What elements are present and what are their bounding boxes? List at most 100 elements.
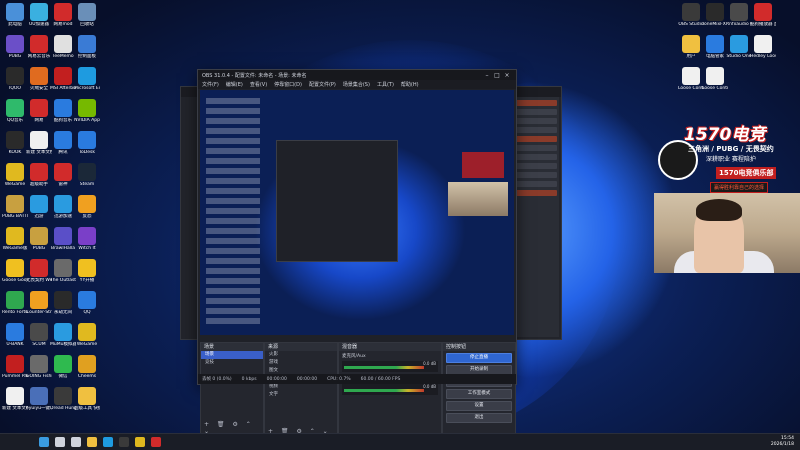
desktop-icon[interactable]: 回收站 xyxy=(74,3,100,27)
windows-start-icon[interactable] xyxy=(39,437,49,447)
scenes-dock[interactable]: 场景 场景 竞技 + 🗑 ⚙ ⌃ ⌄ xyxy=(200,342,264,433)
desktop-icon[interactable]: 控制面板 xyxy=(74,35,100,59)
desktop-icon[interactable]: WeGame xyxy=(74,323,100,347)
desktop-icon[interactable]: 新建 文本文档 xyxy=(2,387,28,411)
desktop-icon[interactable]: Steam xyxy=(74,163,100,187)
search-icon[interactable] xyxy=(55,437,65,447)
desktop-icon[interactable]: The Outlast Trials xyxy=(50,259,76,283)
obs-menu-item[interactable]: 帮助(H) xyxy=(401,81,419,88)
task-view-icon[interactable] xyxy=(71,437,81,447)
desktop-icon[interactable]: eyuiyu一键 魔方式 xyxy=(26,387,52,411)
maximize-icon[interactable]: □ xyxy=(492,72,502,79)
desktop-icon[interactable]: 超级工具 快捷方式 xyxy=(74,387,100,411)
desktop-icon[interactable]: Studio One xyxy=(726,35,752,59)
obs-menu-item[interactable]: 查看(V) xyxy=(250,81,267,88)
obs-window[interactable]: OBS 31.0.4 - 配置文件: 未命名 - 场景: 未命名 – □ × 文… xyxy=(197,69,517,433)
desktop-icon[interactable]: 火绒安全 xyxy=(26,67,52,91)
desktop-icon[interactable]: MuMu模拟器 xyxy=(50,323,76,347)
obs-menu-item[interactable]: 场景集合(S) xyxy=(343,81,370,88)
edge-icon[interactable] xyxy=(103,437,113,447)
desktop-icon[interactable]: 雷神 xyxy=(50,163,76,187)
desktop-icon[interactable]: PUBG xyxy=(2,35,28,59)
obs-menu-item[interactable]: 工具(T) xyxy=(377,81,394,88)
desktop-icon[interactable]: MSI Afterburner xyxy=(50,67,76,91)
desktop-icon[interactable]: Loose Control-R... xyxy=(702,67,728,91)
desktop-icon[interactable]: ToDesk xyxy=(74,131,100,155)
close-icon[interactable]: × xyxy=(502,72,512,79)
desktop-icon[interactable]: KOOK xyxy=(2,131,28,155)
desktop-icon[interactable]: YY开播 xyxy=(74,259,100,283)
desktop-icon[interactable]: 此电脑 xyxy=(2,3,28,27)
mixer-dock[interactable]: 混音器 麦克风/Aux0.0 dB桌面音频0.0 dB xyxy=(338,342,442,433)
desktop-icon[interactable]: IQOO xyxy=(2,67,28,91)
desktop-icon[interactable]: 网易mod xyxy=(50,3,76,27)
desktop-icon[interactable]: PUBG xyxy=(26,227,52,251)
obs-menu-item[interactable]: 编辑(E) xyxy=(226,81,243,88)
desktop-icon[interactable]: Hedley Loose Control xyxy=(750,35,776,59)
desktop-icon[interactable]: 新建 文本文档 xyxy=(26,131,52,155)
control-button[interactable]: 工作室模式 xyxy=(446,389,512,399)
scene-item[interactable]: 场景 xyxy=(201,351,263,359)
desktop-icon[interactable]: 网易云音乐 xyxy=(26,35,52,59)
obs-titlebar[interactable]: OBS 31.0.4 - 配置文件: 未命名 - 场景: 未命名 – □ × xyxy=(198,70,516,80)
desktop-icon[interactable]: 腾讯 xyxy=(50,131,76,155)
desktop-icon[interactable]: 电脑管家 xyxy=(702,35,728,59)
desktop-icon[interactable]: SCUM xyxy=(26,323,52,347)
desktop-icon[interactable]: QQ音乐 xyxy=(2,99,28,123)
live-chat-panel[interactable] xyxy=(511,97,559,337)
desktop-icon[interactable]: PUBG BATTLEGR... xyxy=(2,195,28,219)
desktop-icon[interactable]: 微信 xyxy=(50,355,76,379)
desktop-icon[interactable]: 反恐 xyxy=(74,195,100,219)
desktop-icon[interactable]: Rento Fortune xyxy=(2,291,28,315)
desktop-icon[interactable]: 酷狗播放器 直播 xyxy=(750,3,776,27)
obs-icon[interactable] xyxy=(119,437,129,447)
desktop-icon[interactable]: 网易 xyxy=(26,99,52,123)
desktop-icon[interactable]: UU加速器 xyxy=(26,3,52,27)
scene-tools[interactable]: + 🗑 ⚙ ⌃ ⌄ xyxy=(204,421,263,433)
desktop-icon[interactable]: OBS Studio xyxy=(678,3,704,27)
desktop-icon[interactable]: NVIDIA App xyxy=(74,99,100,123)
minimize-icon[interactable]: – xyxy=(482,72,492,79)
obs-menu-item[interactable]: 停靠窗口(D) xyxy=(274,81,302,88)
desktop-icon[interactable]: 用户 xyxy=(678,35,704,59)
desktop-icon[interactable]: Loose Control插件 xyxy=(678,67,704,91)
control-button[interactable]: 设置 xyxy=(446,401,512,411)
chrome-icon[interactable] xyxy=(135,437,145,447)
app-icon[interactable] xyxy=(151,437,161,447)
desktop-icon[interactable]: Counter-Strike 2 xyxy=(26,291,52,315)
desktop-icon[interactable]: 永劫无间 xyxy=(50,291,76,315)
desktop-icon[interactable]: WeGame版 xyxy=(2,227,28,251)
obs-menu-item[interactable]: 文件(F) xyxy=(202,81,219,88)
desktop-icon[interactable]: WeGame xyxy=(2,163,28,187)
desktop-icon[interactable]: Pummel Party xyxy=(2,355,28,379)
desktop-icon[interactable]: Goose Goose Duck xyxy=(2,259,28,283)
desktop-icon[interactable]: 超级助手 xyxy=(26,163,52,187)
desktop-icon[interactable]: TeeMemo xyxy=(50,35,76,59)
desktop-icon[interactable]: Microsoft Edge xyxy=(74,67,100,91)
desktop-icon[interactable]: 酷狗音乐 xyxy=(50,99,76,123)
mixer-channel[interactable]: 0.0 dB xyxy=(342,361,438,372)
obs-preview[interactable] xyxy=(200,90,514,335)
desktop-icon[interactable]: Cheems xyxy=(74,355,100,379)
desktop-icon[interactable]: 迅游 xyxy=(26,195,52,219)
desktop-icon[interactable]: U-BANK xyxy=(2,323,28,347)
desktop-icon[interactable]: 迅游加速 xyxy=(50,195,76,219)
desktop-icon[interactable]: Rnfxaudio 一键播放 xyxy=(726,3,752,27)
system-clock[interactable]: 15:54 2026/1/18 xyxy=(771,436,794,448)
desktop-icon[interactable]: BrawlHalla xyxy=(50,227,76,251)
source-item[interactable]: 游戏 xyxy=(265,359,337,367)
mixer-channel[interactable]: 0.0 dB xyxy=(342,384,438,395)
desktop-icon[interactable]: 无畏契约 WeGame版 xyxy=(26,259,52,283)
control-button[interactable]: 退出 xyxy=(446,413,512,423)
controls-dock[interactable]: 控制按钮 停止直播开始录制启动虚拟摄像机工作室模式设置退出 xyxy=(442,342,516,433)
source-item[interactable]: 火影 xyxy=(265,351,337,359)
source-item[interactable]: 文字 xyxy=(265,391,337,399)
control-button[interactable]: 停止直播 xyxy=(446,353,512,363)
sources-dock[interactable]: 来源 火影游戏图文摄像头视频文字 + 🗑 ⚙ ⌃ ⌄ xyxy=(264,342,338,433)
obs-menu-item[interactable]: 配置文件(P) xyxy=(309,81,336,88)
desktop-icon[interactable]: Witch It xyxy=(74,227,100,251)
source-item[interactable]: 视频 xyxy=(265,383,337,391)
desktop-icon[interactable]: ToneMixFX 快捷方式 xyxy=(702,3,728,27)
desktop-icon[interactable]: GOING Fishing xyxy=(26,355,52,379)
file-explorer-icon[interactable] xyxy=(87,437,97,447)
